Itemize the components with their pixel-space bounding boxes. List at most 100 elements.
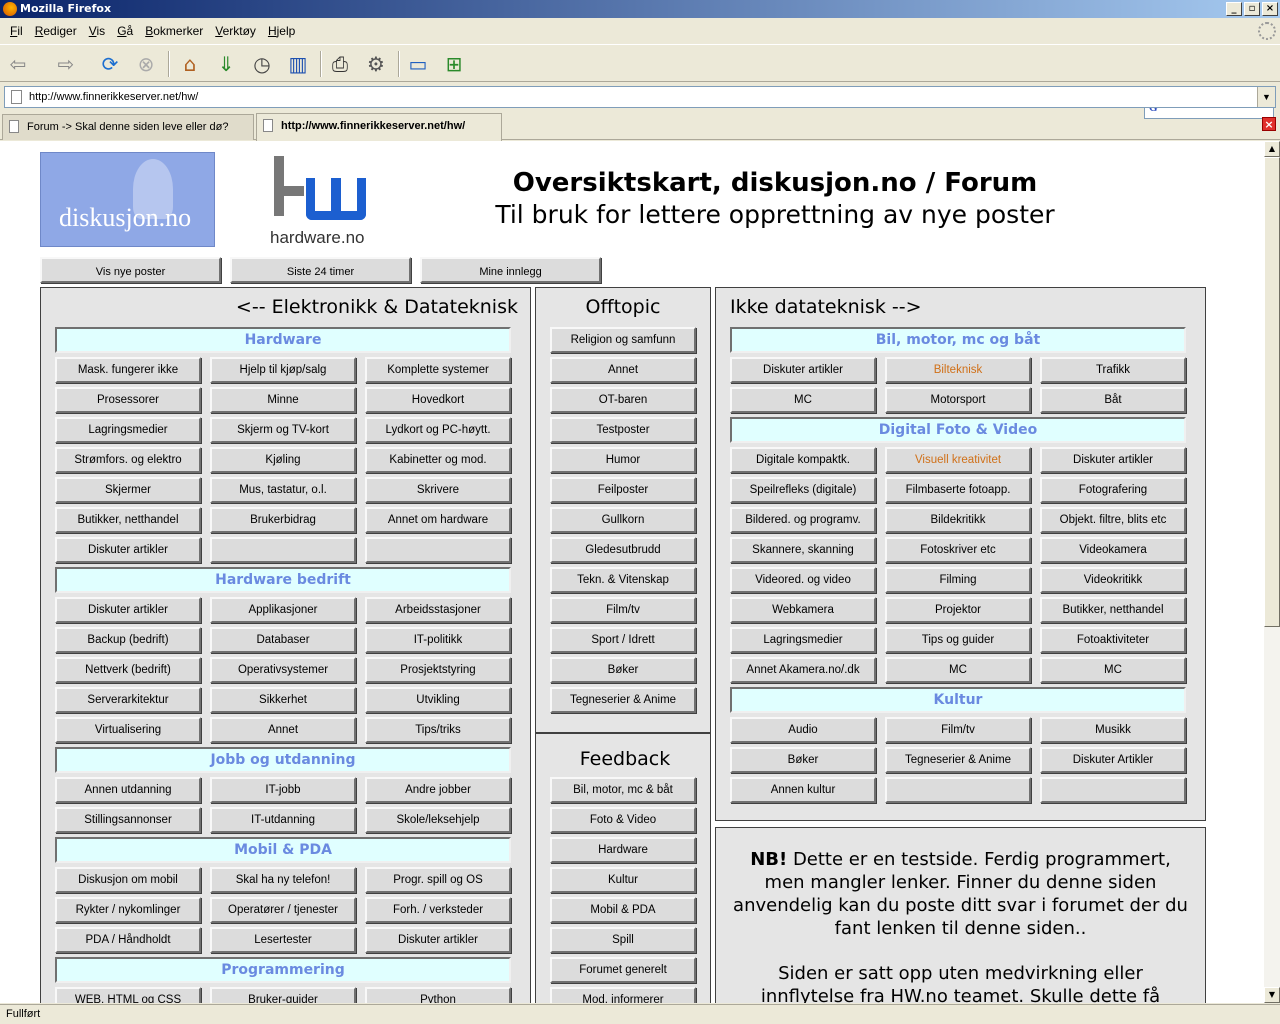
forum-button[interactable] [885, 777, 1031, 803]
forum-button[interactable]: Diskusjon om mobil [55, 867, 201, 893]
forum-button[interactable]: Objekt. filtre, blits etc [1040, 507, 1186, 533]
maximize-button[interactable]: ▫ [1244, 2, 1260, 16]
forum-button[interactable]: Trafikk [1040, 357, 1186, 383]
forum-button[interactable]: Skannere, skanning [730, 537, 876, 563]
bookmarks-icon[interactable]: ▥ [284, 51, 312, 77]
forum-button[interactable]: Tips og guider [885, 627, 1031, 653]
forum-button[interactable]: Skjermer [55, 477, 201, 503]
print-icon[interactable]: ⎙ [326, 51, 354, 77]
stop-icon[interactable]: ⊗ [132, 51, 160, 77]
forum-button[interactable]: Skal ha ny telefon! [210, 867, 356, 893]
forum-button[interactable]: Backup (bedrift) [55, 627, 201, 653]
forum-button[interactable]: Diskuter artikler [55, 537, 201, 563]
forum-button[interactable]: Gledesutbrudd [550, 537, 696, 563]
forum-button[interactable] [1040, 777, 1186, 803]
forum-button[interactable]: Annet [550, 357, 696, 383]
forum-button[interactable]: IT-jobb [210, 777, 356, 803]
forum-button[interactable]: Skrivere [365, 477, 511, 503]
forum-button[interactable]: Filming [885, 567, 1031, 593]
forum-button[interactable]: Python [365, 987, 511, 1003]
forum-button[interactable]: Lagringsmedier [55, 417, 201, 443]
tab-active[interactable]: http://www.finnerikkeserver.net/hw/ [256, 113, 502, 141]
forum-button[interactable]: Motorsport [885, 387, 1031, 413]
forum-button[interactable]: Butikker, netthandel [1040, 597, 1186, 623]
forum-button[interactable]: Hardware [550, 837, 696, 863]
forward-arrow-icon[interactable]: ⇨ [52, 51, 80, 77]
category-header[interactable]: Mobil & PDA [55, 837, 511, 863]
menu-item[interactable]: Fil [4, 24, 29, 38]
forum-button[interactable]: Annet om hardware [365, 507, 511, 533]
forum-button[interactable]: Kabinetter og mod. [365, 447, 511, 473]
forum-button[interactable]: Lesertester [210, 927, 356, 953]
settings-gear-icon[interactable]: ⚙ [362, 51, 390, 77]
diskusjon-logo[interactable]: diskusjon.no [40, 152, 215, 247]
downloads-icon[interactable]: ⇓ [212, 51, 240, 77]
forum-button[interactable]: Annet Akamera.no/.dk [730, 657, 876, 683]
forum-button[interactable] [365, 537, 511, 563]
forum-button[interactable]: Skole/leksehjelp [365, 807, 511, 833]
forum-button[interactable]: Brukerbidrag [210, 507, 356, 533]
close-tab-icon[interactable]: × [1262, 117, 1276, 131]
back-arrow-icon[interactable]: ⇦ [4, 51, 32, 77]
forum-button[interactable]: Testposter [550, 417, 696, 443]
forum-button[interactable]: Rykter / nykomlinger [55, 897, 201, 923]
forum-button[interactable]: Film/tv [885, 717, 1031, 743]
forum-button[interactable]: Foto & Video [550, 807, 696, 833]
my-posts-button[interactable]: Mine innlegg [420, 257, 601, 283]
last-24h-button[interactable]: Siste 24 timer [230, 257, 411, 283]
forum-button[interactable]: WEB, HTML og CSS [55, 987, 201, 1003]
menu-item[interactable]: Rediger [29, 24, 83, 38]
forum-button[interactable]: Speilrefleks (digitale) [730, 477, 876, 503]
forum-button[interactable]: IT-utdanning [210, 807, 356, 833]
forum-button[interactable]: OT-baren [550, 387, 696, 413]
category-header[interactable]: Digital Foto & Video [730, 417, 1186, 443]
forum-button[interactable]: Arbeidsstasjoner [365, 597, 511, 623]
category-header[interactable]: Hardware [55, 327, 511, 353]
forum-button[interactable]: Prosessorer [55, 387, 201, 413]
forum-button[interactable]: Mod. informerer [550, 987, 696, 1003]
forum-button[interactable]: Bruker-guider [210, 987, 356, 1003]
forum-button[interactable]: Annen utdanning [55, 777, 201, 803]
close-button[interactable]: × [1262, 2, 1278, 16]
forum-button[interactable]: Bøker [550, 657, 696, 683]
forum-button[interactable]: Operativsystemer [210, 657, 356, 683]
forum-button[interactable]: Diskuter Artikler [1040, 747, 1186, 773]
forum-button[interactable]: Webkamera [730, 597, 876, 623]
forum-button[interactable]: Sikkerhet [210, 687, 356, 713]
forum-button[interactable]: Prosjektstyring [365, 657, 511, 683]
forum-button[interactable]: Stillingsannonser [55, 807, 201, 833]
forum-button[interactable]: Annen kultur [730, 777, 876, 803]
forum-button[interactable]: Tegneserier & Anime [550, 687, 696, 713]
forum-button[interactable]: Bøker [730, 747, 876, 773]
forum-button[interactable]: Databaser [210, 627, 356, 653]
forum-button[interactable]: Strømfors. og elektro [55, 447, 201, 473]
forum-button[interactable]: Filmbaserte fotoapp. [885, 477, 1031, 503]
menu-item[interactable]: Bokmerker [139, 24, 209, 38]
forum-button[interactable]: Virtualisering [55, 717, 201, 743]
forum-button[interactable]: Sport / Idrett [550, 627, 696, 653]
forum-button[interactable]: Hovedkort [365, 387, 511, 413]
forum-button[interactable]: Fotografering [1040, 477, 1186, 503]
forum-button[interactable] [210, 537, 356, 563]
category-header[interactable]: Hardware bedrift [55, 567, 511, 593]
forum-button[interactable]: Videokamera [1040, 537, 1186, 563]
menu-item[interactable]: Hjelp [262, 24, 301, 38]
menu-item[interactable]: Gå [111, 24, 139, 38]
vertical-scrollbar[interactable]: ▲ ▼ [1264, 141, 1280, 1003]
forum-button[interactable]: Serverarkitektur [55, 687, 201, 713]
new-window-icon[interactable]: ▭ [404, 51, 432, 77]
hardware-logo[interactable]: hardware.no [268, 152, 378, 247]
forum-button[interactable]: Båt [1040, 387, 1186, 413]
forum-button[interactable]: Projektor [885, 597, 1031, 623]
forum-button[interactable]: Bildekritikk [885, 507, 1031, 533]
home-icon[interactable]: ⌂ [176, 51, 204, 77]
forum-button[interactable]: Tegneserier & Anime [885, 747, 1031, 773]
forum-button[interactable]: Videokritikk [1040, 567, 1186, 593]
forum-button[interactable]: Fotoaktiviteter [1040, 627, 1186, 653]
forum-button[interactable]: Lagringsmedier [730, 627, 876, 653]
forum-button[interactable]: Progr. spill og OS [365, 867, 511, 893]
forum-button[interactable]: Religion og samfunn [550, 327, 696, 353]
forum-button[interactable]: Mask. fungerer ikke [55, 357, 201, 383]
forum-button[interactable]: Mobil & PDA [550, 897, 696, 923]
tab-forum[interactable]: Forum -> Skal denne siden leve eller dø? [2, 114, 254, 140]
